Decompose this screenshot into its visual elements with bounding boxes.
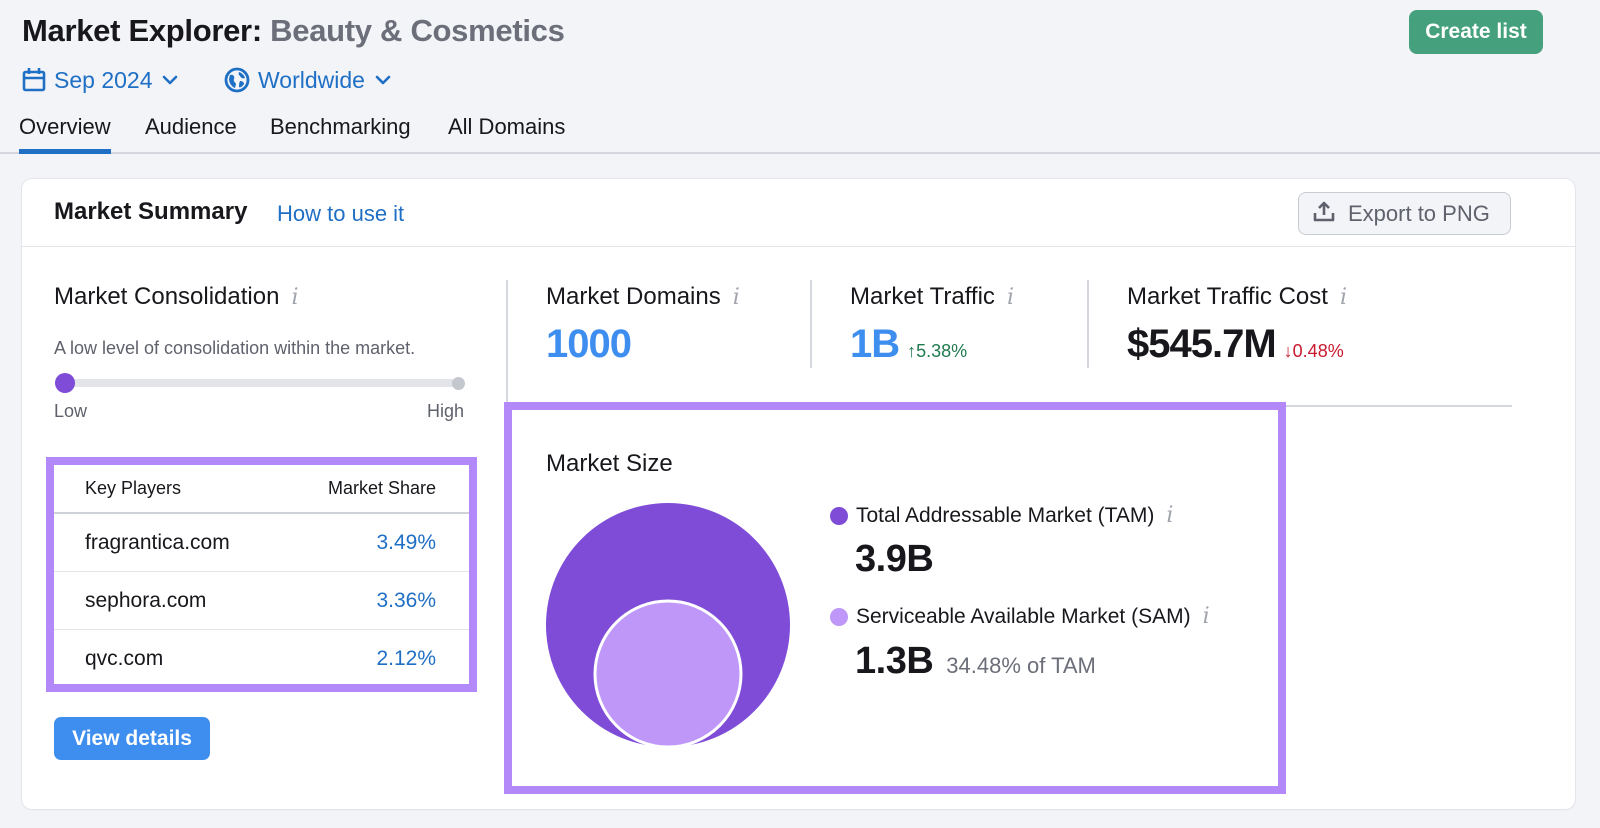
info-icon[interactable]: i bbox=[733, 285, 740, 310]
page-title-tool: Market Explorer: bbox=[22, 13, 262, 48]
tab-audience[interactable]: Audience bbox=[145, 114, 237, 140]
location-filter-label: Worldwide bbox=[258, 66, 365, 93]
consolidation-scale-track bbox=[66, 379, 460, 387]
table-header-row: Key Players Market Share bbox=[54, 465, 469, 514]
card-title: Market Summary bbox=[54, 198, 248, 225]
market-traffic-cost-number: $545.7M bbox=[1127, 322, 1277, 366]
create-list-button[interactable]: Create list bbox=[1409, 10, 1543, 54]
table-row: qvc.com 2.12% bbox=[54, 630, 469, 688]
info-icon[interactable]: i bbox=[291, 285, 298, 310]
globe-icon bbox=[224, 67, 250, 93]
tam-legend: Total Addressable Market (TAM) i bbox=[830, 503, 1173, 528]
export-label: Export to PNG bbox=[1348, 200, 1490, 226]
market-traffic-cost-title: Market Traffic Cost i bbox=[1127, 283, 1347, 311]
card-header-divider bbox=[22, 246, 1575, 247]
market-size-title: Market Size bbox=[546, 450, 673, 477]
metric-divider bbox=[810, 280, 812, 368]
market-traffic-cost-value: $545.7M ↓0.48% bbox=[1127, 322, 1344, 367]
tam-value: 3.9B bbox=[855, 538, 934, 580]
cost-change-badge: ↓0.48% bbox=[1283, 341, 1344, 361]
market-domains-number: 1000 bbox=[546, 322, 632, 366]
market-consolidation-label: Market Consolidation bbox=[54, 283, 280, 310]
info-icon[interactable]: i bbox=[1340, 285, 1347, 310]
player-domain[interactable]: fragrantica.com bbox=[85, 531, 230, 555]
column-divider bbox=[506, 280, 508, 407]
sam-legend: Serviceable Available Market (SAM) i bbox=[830, 604, 1210, 629]
column-header-market-share: Market Share bbox=[327, 478, 436, 498]
table-row: fragrantica.com 3.49% bbox=[54, 514, 469, 572]
info-icon[interactable]: i bbox=[1166, 503, 1173, 528]
sam-color-dot bbox=[830, 607, 848, 626]
info-icon[interactable]: i bbox=[1007, 285, 1014, 310]
view-details-button[interactable]: View details bbox=[54, 717, 210, 760]
market-traffic-label: Market Traffic bbox=[850, 283, 995, 310]
traffic-change-badge: ↑5.38% bbox=[907, 341, 968, 361]
player-domain[interactable]: qvc.com bbox=[85, 647, 163, 671]
how-to-use-link[interactable]: How to use it bbox=[277, 201, 404, 227]
sam-label: Serviceable Available Market (SAM) bbox=[856, 604, 1191, 628]
tab-all-domains[interactable]: All Domains bbox=[448, 114, 565, 140]
chevron-down-icon bbox=[375, 75, 391, 85]
export-to-png-button[interactable]: Export to PNG bbox=[1298, 192, 1511, 235]
sam-value: 1.3B bbox=[855, 640, 934, 682]
page-title: Market Explorer: Beauty & Cosmetics bbox=[22, 13, 565, 49]
info-icon[interactable]: i bbox=[1203, 604, 1210, 629]
scale-high-label: High bbox=[427, 401, 465, 421]
scale-low-label: Low bbox=[54, 401, 88, 421]
sam-circle bbox=[593, 599, 743, 749]
player-share: 3.36% bbox=[376, 588, 436, 612]
tab-bar: Overview Audience Benchmarking All Domai… bbox=[0, 110, 1600, 154]
location-filter-dropdown[interactable]: Worldwide bbox=[224, 64, 391, 96]
date-filter-label: Sep 2024 bbox=[54, 66, 153, 93]
player-domain[interactable]: sephora.com bbox=[85, 589, 206, 613]
market-size-venn-chart bbox=[546, 503, 790, 749]
date-filter-dropdown[interactable]: Sep 2024 bbox=[22, 64, 178, 96]
sam-share-of-tam: 34.48% of TAM bbox=[946, 653, 1096, 678]
tab-benchmarking[interactable]: Benchmarking bbox=[270, 114, 411, 140]
upload-icon bbox=[1299, 200, 1348, 228]
calendar-icon bbox=[22, 67, 46, 93]
tam-label: Total Addressable Market (TAM) bbox=[856, 503, 1155, 527]
market-consolidation-title: Market Consolidation i bbox=[54, 283, 299, 311]
column-header-key-players: Key Players bbox=[85, 478, 182, 498]
consolidation-description: A low level of consolidation within the … bbox=[54, 338, 416, 358]
market-domains-label: Market Domains bbox=[546, 283, 721, 310]
tab-overview[interactable]: Overview bbox=[19, 114, 111, 154]
market-traffic-value: 1B ↑5.38% bbox=[850, 322, 967, 367]
chevron-down-icon bbox=[162, 75, 178, 85]
tam-color-dot bbox=[830, 506, 848, 525]
market-traffic-cost-label: Market Traffic Cost bbox=[1127, 283, 1328, 310]
table-row: sephora.com 3.36% bbox=[54, 572, 469, 630]
market-domains-value[interactable]: 1000 bbox=[546, 322, 632, 367]
player-share: 3.49% bbox=[376, 530, 436, 554]
key-players-table: Key Players Market Share fragrantica.com… bbox=[54, 465, 469, 688]
market-traffic-title: Market Traffic i bbox=[850, 283, 1014, 311]
market-domains-title: Market Domains i bbox=[546, 283, 740, 311]
consolidation-scale-end bbox=[452, 377, 465, 390]
player-share: 2.12% bbox=[376, 647, 436, 670]
consolidation-level-marker bbox=[55, 373, 75, 393]
market-traffic-number: 1B bbox=[850, 322, 900, 366]
page-title-market: Beauty & Cosmetics bbox=[270, 13, 565, 48]
sam-value-row: 1.3B 34.48% of TAM bbox=[855, 640, 1096, 683]
metric-divider bbox=[1087, 280, 1089, 368]
